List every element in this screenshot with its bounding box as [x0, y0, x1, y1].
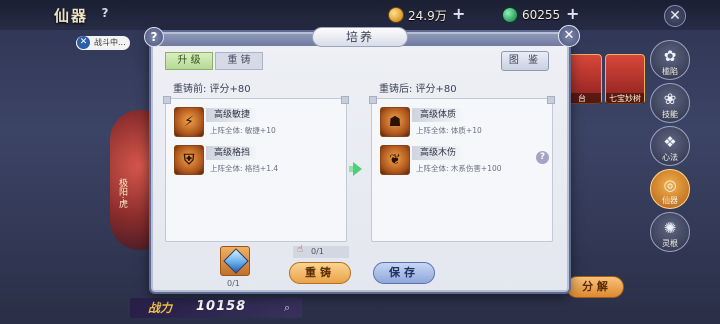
- attribute-name: 高级敏捷: [206, 108, 259, 122]
- recast-cost: ☝ 0/1: [293, 244, 349, 258]
- artifact-item-label: 七宝妙树: [606, 93, 644, 104]
- after-recast-title: 重铸后: 评分+80: [379, 84, 457, 95]
- artifact-icon: ◎: [663, 176, 677, 194]
- gem-value: 60255: [522, 8, 561, 22]
- dialog-tabs: 升 级 重 铸: [165, 52, 265, 70]
- help-icon[interactable]: ?: [144, 27, 164, 47]
- tab-upgrade[interactable]: 升 级: [165, 52, 213, 70]
- sidebar-item-0[interactable]: ✿ 槛陷: [650, 40, 690, 80]
- battle-status-tag[interactable]: ✕ 战斗中...: [76, 36, 130, 50]
- dialog-title: 培养: [312, 27, 408, 47]
- sidebar-item-skill[interactable]: ❀ 技能: [650, 83, 690, 123]
- artifact-item[interactable]: 七宝妙树: [605, 54, 645, 104]
- attribute-row[interactable]: ❦ 高级木伤 上阵全体: 木系伤害+100 ?: [380, 145, 549, 177]
- gold-currency: 24.9万: [388, 5, 447, 25]
- sidebar-item-label: 仙器: [662, 196, 678, 205]
- sidebar-item-label: 槛陷: [662, 67, 678, 76]
- recast-material-slot[interactable]: [220, 246, 250, 276]
- before-recast-title: 重铸前: 评分+80: [173, 84, 251, 95]
- mind-icon: ❖: [663, 133, 677, 151]
- close-icon: ✕: [77, 36, 90, 49]
- search-icon[interactable]: ⌕: [284, 301, 290, 315]
- after-attributes-panel: ☗ 高级体质 上阵全体: 体质+10 ❦ 高级木伤 上阵全体: 木系伤害+100…: [369, 96, 555, 242]
- sidebar-item-label: 技能: [662, 110, 678, 119]
- gallery-button[interactable]: 图 鉴: [501, 51, 549, 71]
- flower-icon: ✿: [663, 47, 677, 65]
- attribute-row[interactable]: ⛨ 高级格挡 上阵全体: 格挡+1.4: [174, 145, 342, 177]
- root-icon: ✺: [663, 219, 677, 237]
- attribute-desc: 上阵全体: 木系伤害+100: [416, 164, 502, 173]
- question-icon[interactable]: ?: [536, 151, 549, 164]
- material-count: 0/1: [227, 279, 240, 288]
- attribute-name: 高级格挡: [206, 146, 259, 160]
- battle-status-label: 战斗中...: [94, 38, 126, 47]
- attribute-desc: 上阵全体: 体质+10: [416, 126, 482, 135]
- right-sidebar: ✿ 槛陷 ❀ 技能 ❖ 心法 ◎ 仙器 ✺ 灵根: [648, 40, 692, 255]
- sidebar-item-label: 灵根: [662, 239, 678, 248]
- artifact-list: 台 七宝妙树: [562, 54, 648, 104]
- close-page-button[interactable]: ✕: [664, 5, 686, 27]
- recast-cost-value: 0/1: [311, 247, 324, 256]
- decompose-button[interactable]: 分 解: [566, 276, 624, 298]
- wood-damage-icon: ❦: [380, 145, 410, 175]
- attribute-desc: 上阵全体: 格挡+1.4: [210, 164, 279, 173]
- combat-power-value: 10158: [196, 299, 247, 314]
- attribute-name: 高级体质: [412, 108, 465, 122]
- agility-icon: ⚡: [174, 107, 204, 137]
- attribute-row[interactable]: ☗ 高级体质 上阵全体: 体质+10: [380, 107, 548, 139]
- combat-power-label: 战力: [148, 301, 173, 315]
- before-attributes-panel: ⚡ 高级敏捷 上阵全体: 敏捷+10 ⛨ 高级格挡 上阵全体: 格挡+1.4: [163, 96, 349, 242]
- page-title: 仙器: [54, 7, 89, 25]
- tab-recast[interactable]: 重 铸: [215, 52, 263, 70]
- attribute-row[interactable]: ⚡ 高级敏捷 上阵全体: 敏捷+10: [174, 107, 342, 139]
- help-icon[interactable]: ?: [98, 6, 112, 20]
- close-dialog-button[interactable]: ✕: [558, 25, 580, 47]
- block-icon: ⛨: [174, 145, 204, 175]
- add-gem-button[interactable]: +: [566, 4, 579, 23]
- gold-coin-icon: [388, 7, 404, 23]
- sidebar-item-artifact[interactable]: ◎ 仙器: [650, 169, 690, 209]
- sidebar-item-root[interactable]: ✺ 灵根: [650, 212, 690, 252]
- crystal-icon: [223, 248, 249, 274]
- skill-icon: ❀: [663, 90, 677, 108]
- jade-icon: [502, 7, 518, 23]
- attribute-desc: 上阵全体: 敏捷+10: [210, 126, 276, 135]
- save-button[interactable]: 保存: [373, 262, 435, 284]
- hand-pointer-icon: ☝: [297, 244, 304, 255]
- recast-button[interactable]: 重铸: [289, 262, 351, 284]
- character-artwork-label: 极阳·虎: [117, 178, 127, 208]
- gem-currency: 60255: [502, 5, 560, 25]
- gold-value: 24.9万: [408, 8, 447, 23]
- add-gold-button[interactable]: +: [452, 4, 465, 23]
- arrow-right-icon: [353, 162, 362, 176]
- attribute-name: 高级木伤: [412, 146, 465, 160]
- sidebar-item-label: 心法: [662, 153, 678, 162]
- cultivate-dialog: 培养 ? ✕ 升 级 重 铸 图 鉴 重铸前: 评分+80 重铸后: 评分+80…: [144, 25, 580, 292]
- sidebar-item-mind[interactable]: ❖ 心法: [650, 126, 690, 166]
- constitution-icon: ☗: [380, 107, 410, 137]
